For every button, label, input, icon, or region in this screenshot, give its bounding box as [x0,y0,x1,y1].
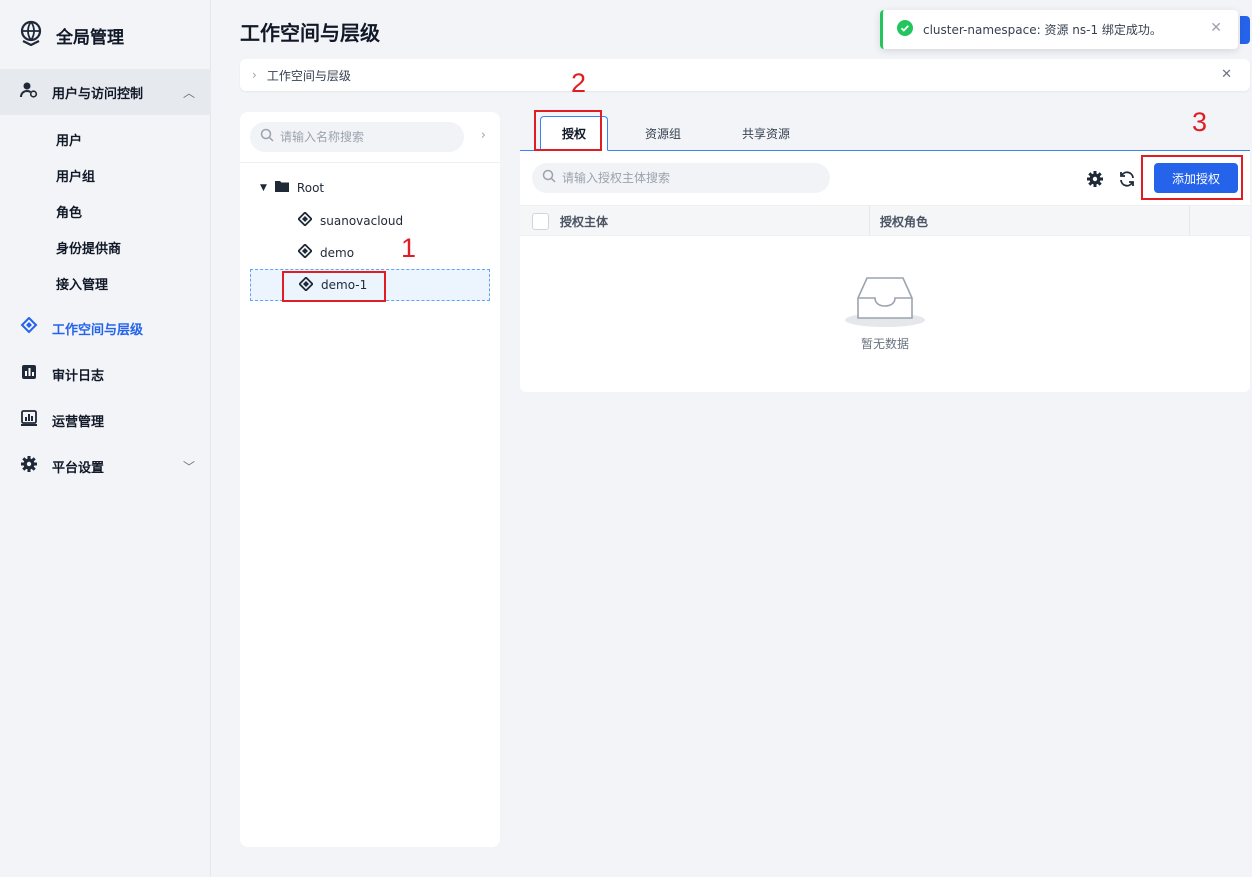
globe-icon [18,20,44,50]
authorization-panel: 授权 资源组 共享资源 添加授权 授权主体 授权角色 暂无数据 [520,112,1250,392]
auth-search-input[interactable] [562,171,812,185]
gear-icon [20,455,38,477]
caret-down-icon[interactable]: ▼ [260,183,267,193]
annotation-box-3 [1141,155,1243,200]
tab-bar: 授权 资源组 共享资源 [520,112,1250,151]
annotation-number-3: 3 [1192,107,1208,137]
sidebar-item-operations[interactable]: 运营管理 [0,397,211,443]
tab-resource-groups[interactable]: 资源组 [628,116,698,151]
success-toast: cluster-namespace: 资源 ns-1 绑定成功。 ✕ [880,10,1238,49]
brand-title: 全局管理 [56,27,124,48]
sidebar-item-access-management[interactable]: 接入管理 [56,274,108,293]
column-divider [869,206,870,235]
tree-search-input[interactable] [280,130,450,144]
tree-node-label: Root [296,180,325,195]
toast-message: cluster-namespace: 资源 ns-1 绑定成功。 [923,23,1162,37]
sidebar-group-label: 平台设置 [52,460,105,476]
folder-icon [274,180,289,195]
chevron-up-icon: ︿ [182,86,195,100]
tab-shared-resources[interactable]: 共享资源 [724,116,808,151]
column-header-subject[interactable]: 授权主体 [560,213,608,230]
annotation-box-1 [282,271,386,302]
page-title: 工作空间与层级 [240,21,380,45]
sidebar-group-platform-settings[interactable]: 平台设置 ﹀ [0,443,211,489]
search-icon [260,128,274,146]
sidebar-item-label: 运营管理 [52,414,105,430]
empty-inbox-icon [844,274,926,332]
close-icon[interactable]: ✕ [1221,67,1232,82]
annotation-box-2 [534,110,602,151]
chart-icon [20,409,38,431]
annotation-number-1: 1 [401,233,417,263]
breadcrumb-item[interactable]: 工作空间与层级 [267,67,351,84]
brand[interactable]: 全局管理 [18,20,124,50]
search-icon [542,169,556,187]
workspace-icon [20,316,38,339]
sidebar: 全局管理 用户与访问控制 ︿ 用户 用户组 角色 身份提供商 接入管理 工作空间… [0,0,211,877]
tree-node-root[interactable]: ▼ Root [260,180,324,195]
chevron-right-icon[interactable]: › [481,128,486,143]
user-gear-icon [20,81,38,103]
divider [240,162,500,163]
refresh-icon[interactable] [1117,169,1137,189]
auth-search[interactable] [532,163,830,193]
header-button-edge[interactable] [1240,16,1250,44]
check-circle-icon [897,20,913,39]
tree-node-demo[interactable]: demo [297,243,355,261]
sidebar-item-audit-log[interactable]: 审计日志 [0,351,211,397]
settings-icon[interactable] [1085,169,1105,189]
select-all-checkbox[interactable] [532,213,549,230]
sidebar-item-workspace[interactable]: 工作空间与层级 [0,305,211,351]
table-header: 授权主体 授权角色 [520,205,1250,236]
sidebar-item-users[interactable]: 用户 [56,130,82,149]
sidebar-item-roles[interactable]: 角色 [56,202,82,221]
chevron-down-icon: ﹀ [182,460,195,474]
sidebar-group-access-control[interactable]: 用户与访问控制 ︿ [0,69,211,115]
close-icon[interactable]: ✕ [1210,20,1222,36]
audit-icon [20,363,38,385]
tree-node-label: suanovacloud [320,213,404,228]
sidebar-item-user-groups[interactable]: 用户组 [56,166,95,185]
sidebar-item-label: 工作空间与层级 [52,322,144,338]
breadcrumb: › 工作空间与层级 ✕ [240,59,1250,91]
chevron-right-icon[interactable]: › [252,68,257,82]
column-header-role[interactable]: 授权角色 [880,213,928,230]
sidebar-item-identity-providers[interactable]: 身份提供商 [56,238,121,257]
annotation-number-2: 2 [571,68,587,98]
workspace-tree-panel: › ▼ Root suanovacloud demo demo-1 [240,112,500,847]
sidebar-group-label: 用户与访问控制 [52,86,144,102]
tree-node-suanovacloud[interactable]: suanovacloud [297,211,404,229]
empty-state-text: 暂无数据 [860,337,909,351]
tree-search[interactable] [250,122,464,152]
tree-node-label: demo [320,245,355,260]
workspace-icon [297,211,313,229]
column-divider [1189,206,1190,235]
workspace-icon [297,243,313,261]
sidebar-item-label: 审计日志 [52,368,105,384]
